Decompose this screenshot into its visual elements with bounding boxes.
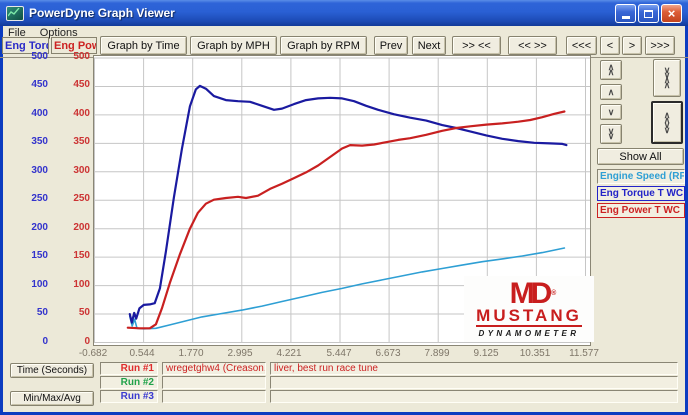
graph-by-mph-button[interactable]: Graph by MPH [190, 36, 277, 55]
min-max-avg-button[interactable]: Min/Max/Avg [10, 391, 94, 406]
torque-tick-label: 500 [31, 51, 48, 62]
time-tick-label: 1.770 [178, 348, 204, 359]
run-label-2: Run #2 [100, 376, 158, 389]
time-tick-label: 11.577 [569, 348, 599, 359]
collapse-vertical-icon: ∨ ∨ ∧ ∧ [663, 65, 671, 90]
minimize-icon [621, 16, 630, 19]
power-tick-label: 0 [84, 336, 90, 347]
power-tick-label: 250 [73, 193, 90, 204]
pan-right-fast-button[interactable]: >>> [645, 36, 675, 55]
torque-tick-label: 400 [31, 108, 48, 119]
torque-tick-label: 50 [36, 307, 48, 318]
maximize-button[interactable] [638, 4, 659, 23]
zoom-in-x-button[interactable]: >> << [452, 36, 501, 55]
mustang-text: MUSTANG [476, 305, 582, 327]
pan-left-button[interactable]: < [600, 36, 620, 55]
torque-tick-label: 450 [31, 79, 48, 90]
power-tick-label: 500 [73, 51, 90, 62]
time-tick-label: 2.995 [227, 348, 253, 359]
power-tick-label: 100 [73, 279, 90, 290]
registered-mark: ® [551, 289, 557, 297]
power-tick-label: 400 [73, 108, 90, 119]
time-tick-label: 4.221 [276, 348, 302, 359]
powerdyne-window: PowerDyne Graph Viewer × File Options En… [0, 0, 688, 415]
run-label-3: Run #3 [100, 390, 158, 403]
zoom-out-x-button[interactable]: << >> [508, 36, 557, 55]
power-tick-label: 150 [73, 250, 90, 261]
time-tick-label: 5.447 [326, 348, 352, 359]
close-button[interactable]: × [661, 4, 682, 23]
pan-right-button[interactable]: > [622, 36, 642, 55]
time-tick-label: 7.899 [424, 348, 450, 359]
expand-vertical-icon: ∧ ∧ ∨ ∨ [663, 109, 671, 135]
chevron-up-icon: ∧ [607, 86, 615, 97]
legend-item-eng-power-t-wc[interactable]: Eng Power T WC [597, 203, 685, 218]
chevron-down-icon: ∨ [607, 106, 615, 117]
torque-tick-label: 150 [31, 250, 48, 261]
run-label-1: Run #1 [100, 362, 158, 375]
show-all-button[interactable]: Show All [597, 148, 684, 165]
torque-tick-label: 250 [31, 193, 48, 204]
prev-button[interactable]: Prev [374, 36, 408, 55]
zoom-out-y-button[interactable]: ∧ ∧ ∨ ∨ [651, 101, 683, 144]
maximize-icon [644, 9, 653, 18]
scroll-down-fast-button[interactable]: ∨ ∨ [600, 124, 622, 144]
time-tick-label: -0.682 [78, 348, 108, 359]
power-tick-label: 300 [73, 165, 90, 176]
time-tick-label: 0.544 [129, 348, 155, 359]
run-name-field-2[interactable] [162, 376, 266, 389]
graph-by-rpm-button[interactable]: Graph by RPM [280, 36, 367, 55]
run-name-field-1[interactable]: wregetghw4 (Creason, [162, 362, 266, 375]
time-tick-label: 10.351 [519, 348, 551, 359]
double-chevron-down-icon: ∨ ∨ [607, 126, 615, 141]
power-tick-label: 200 [73, 222, 90, 233]
run-comment-field-2[interactable] [270, 376, 678, 389]
zoom-in-y-button[interactable]: ∨ ∨ ∧ ∧ [653, 59, 681, 97]
time-tick-label: 9.125 [473, 348, 499, 359]
legend-item-eng-torque-t-wc[interactable]: Eng Torque T WC [597, 186, 685, 201]
md-logo-text: MD ® [509, 276, 557, 310]
next-button[interactable]: Next [412, 36, 446, 55]
power-tick-label: 450 [73, 79, 90, 90]
title-bar[interactable]: PowerDyne Graph Viewer × [0, 0, 688, 26]
torque-tick-label: 0 [42, 336, 48, 347]
torque-tick-label: 300 [31, 165, 48, 176]
double-chevron-up-icon: ∧ ∧ [607, 62, 615, 77]
torque-tick-label: 100 [31, 279, 48, 290]
run-name-field-3[interactable] [162, 390, 266, 403]
time-axis-button[interactable]: Time (Seconds) [10, 363, 94, 378]
pan-left-fast-button[interactable]: <<< [566, 36, 597, 55]
minimize-button[interactable] [615, 4, 636, 23]
run-comment-field-1[interactable]: liver, best run race tune [270, 362, 678, 375]
app-icon [6, 5, 24, 21]
legend-item-engine-speed-rp[interactable]: Engine Speed (RP [597, 169, 685, 184]
mustang-dynamometer-logo: MD ® MUSTANG DYNAMOMETER [464, 276, 594, 342]
power-tick-label: 350 [73, 136, 90, 147]
graph-by-time-button[interactable]: Graph by Time [100, 36, 187, 55]
scroll-up-fast-button[interactable]: ∧ ∧ [600, 60, 622, 80]
torque-tick-label: 200 [31, 222, 48, 233]
dynamometer-text: DYNAMOMETER [478, 328, 580, 338]
window-title: PowerDyne Graph Viewer [29, 6, 175, 20]
close-icon: × [667, 6, 676, 21]
time-tick-label: 6.673 [375, 348, 401, 359]
torque-tick-label: 350 [31, 136, 48, 147]
run-comment-field-3[interactable] [270, 390, 678, 403]
scroll-up-button[interactable]: ∧ [600, 84, 622, 100]
scroll-down-button[interactable]: ∨ [600, 104, 622, 120]
power-tick-label: 50 [78, 307, 90, 318]
